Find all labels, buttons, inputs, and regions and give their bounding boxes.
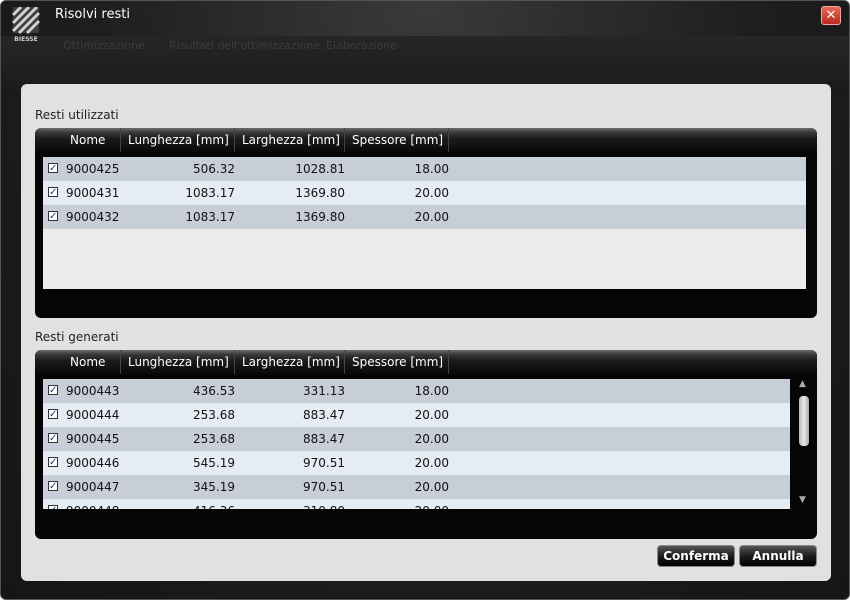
cell-spessore: 20.00 — [414, 480, 449, 494]
used-remnants-grid: Nome Lunghezza [mm] Larghezza [mm] Spess… — [35, 128, 817, 318]
cell-larghezza: 883.47 — [303, 408, 345, 422]
cell-nome: 9000432 — [66, 210, 120, 224]
cell-larghezza: 1369.80 — [295, 210, 345, 224]
cell-larghezza: 970.51 — [303, 480, 345, 494]
window-title: Risolvi resti — [55, 7, 130, 22]
cell-spessore: 18.00 — [414, 384, 449, 398]
cell-nome: 9000444 — [66, 408, 120, 422]
row-checkbox[interactable]: ✓ — [48, 481, 58, 492]
scroll-up-icon[interactable]: ▲ — [799, 379, 806, 389]
cell-larghezza: 883.47 — [303, 432, 345, 446]
table-row[interactable]: ✓ 9000425 506.32 1028.81 18.00 — [43, 157, 806, 181]
svg-text:BIESSE: BIESSE — [14, 36, 37, 43]
cell-larghezza: 1028.81 — [295, 162, 345, 176]
table-row[interactable]: ✓ 9000431 1083.17 1369.80 20.00 — [43, 181, 806, 205]
table-row[interactable]: ✓ 9000446 545.19 970.51 20.00 — [43, 451, 790, 475]
cell-nome: 9000445 — [66, 432, 120, 446]
cell-spessore: 20.00 — [414, 456, 449, 470]
generated-remnants-label: Resti generati — [35, 330, 119, 344]
cell-nome: 9000425 — [66, 162, 120, 176]
biesse-logo-icon: BIESSE — [11, 7, 41, 43]
dialog-panel: Resti utilizzati Nome Lunghezza [mm] Lar… — [21, 84, 831, 581]
cell-lunghezza: 345.19 — [193, 480, 235, 494]
generated-remnants-grid: Nome Lunghezza [mm] Larghezza [mm] Spess… — [35, 350, 817, 539]
table-row[interactable]: ✓ 9000447 345.19 970.51 20.00 — [43, 475, 790, 499]
cell-larghezza: 310.80 — [243, 499, 345, 509]
cell-spessore: 20.00 — [414, 186, 449, 200]
cell-nome: 9000431 — [66, 186, 120, 200]
cell-spessore: 20.00 — [414, 408, 449, 422]
cell-spessore: 18.00 — [414, 162, 449, 176]
cell-lunghezza: 1083.17 — [185, 186, 235, 200]
row-checkbox[interactable]: ✓ — [48, 211, 58, 222]
cell-spessore: 20.00 — [414, 432, 449, 446]
grid-header: Nome Lunghezza [mm] Larghezza [mm] Spess… — [35, 350, 817, 374]
cell-nome: 9000446 — [66, 456, 120, 470]
column-header-lunghezza[interactable]: Lunghezza [mm] — [121, 350, 235, 374]
cell-lunghezza: 545.19 — [193, 456, 235, 470]
confirm-button[interactable]: Conferma — [657, 545, 735, 567]
column-header-larghezza[interactable]: Larghezza [mm] — [235, 350, 345, 374]
cell-larghezza: 331.13 — [303, 384, 345, 398]
row-checkbox[interactable]: ✓ — [48, 409, 58, 420]
grid-header: Nome Lunghezza [mm] Larghezza [mm] Spess… — [35, 128, 817, 152]
cell-nome: 9000447 — [66, 480, 120, 494]
column-header-nome[interactable]: Nome — [63, 128, 121, 152]
cell-lunghezza: 253.68 — [193, 432, 235, 446]
background-tab: Ottimizzazione — [63, 39, 145, 52]
scroll-thumb[interactable] — [799, 396, 809, 446]
cell-larghezza: 970.51 — [303, 456, 345, 470]
table-row[interactable]: ✓ 9000448 416.36 310.80 20.00 — [43, 499, 790, 509]
scroll-down-icon[interactable]: ▼ — [799, 495, 806, 505]
cell-nome: 9000443 — [66, 384, 120, 398]
cell-lunghezza: 253.68 — [193, 408, 235, 422]
row-checkbox[interactable]: ✓ — [48, 457, 58, 468]
close-button[interactable]: ✕ — [821, 6, 841, 25]
cancel-button[interactable]: Annulla — [739, 545, 817, 567]
background-tab: Risultati dell'ottimizzazione — [169, 39, 321, 52]
cell-lunghezza: 416.36 — [133, 499, 235, 509]
row-checkbox[interactable]: ✓ — [48, 385, 58, 396]
row-checkbox[interactable]: ✓ — [48, 433, 58, 444]
cell-nome: 9000448 — [66, 499, 119, 509]
cell-spessore: 20.00 — [414, 210, 449, 224]
cell-larghezza: 1369.80 — [295, 186, 345, 200]
table-row[interactable]: ✓ 9000443 436.53 331.13 18.00 — [43, 379, 790, 403]
row-checkbox[interactable]: ✓ — [48, 505, 58, 509]
dialog-window: Ottimizzazione Risultati dell'ottimizzaz… — [0, 0, 850, 600]
table-row[interactable]: ✓ 9000445 253.68 883.47 20.00 — [43, 427, 790, 451]
vertical-scrollbar[interactable]: ▲ ▼ — [797, 379, 811, 509]
column-header-larghezza[interactable]: Larghezza [mm] — [235, 128, 345, 152]
cell-spessore: 20.00 — [353, 499, 449, 509]
background-tab: Elaborazione — [326, 39, 398, 52]
column-header-nome[interactable]: Nome — [63, 350, 121, 374]
generated-rows: ✓ 9000443 436.53 331.13 18.00 ✓ 9000444 … — [43, 379, 790, 509]
table-row[interactable]: ✓ 9000432 1083.17 1369.80 20.00 — [43, 205, 806, 229]
cell-lunghezza: 506.32 — [193, 162, 235, 176]
cell-lunghezza: 1083.17 — [185, 210, 235, 224]
cell-lunghezza: 436.53 — [193, 384, 235, 398]
column-header-spessore[interactable]: Spessore [mm] — [345, 350, 449, 374]
table-row[interactable]: ✓ 9000444 253.68 883.47 20.00 — [43, 403, 790, 427]
row-checkbox[interactable]: ✓ — [48, 187, 58, 198]
used-rows: ✓ 9000425 506.32 1028.81 18.00 ✓ 9000431… — [43, 157, 806, 289]
column-header-lunghezza[interactable]: Lunghezza [mm] — [121, 128, 235, 152]
column-header-spessore[interactable]: Spessore [mm] — [345, 128, 449, 152]
used-remnants-label: Resti utilizzati — [35, 108, 119, 122]
row-checkbox[interactable]: ✓ — [48, 163, 58, 174]
